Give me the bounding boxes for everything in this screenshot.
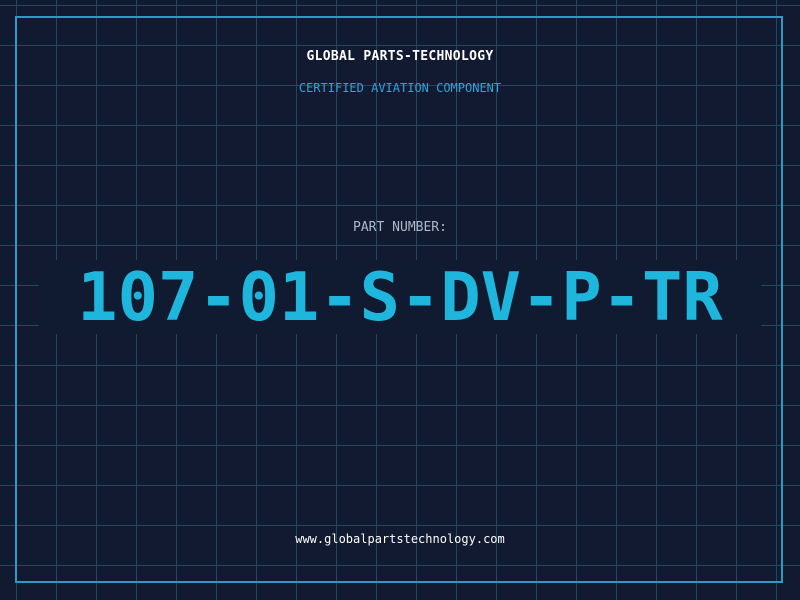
tagline: CERTIFIED AVIATION COMPONENT xyxy=(298,81,502,95)
part-number-value: 107-01-S-DV-P-TR xyxy=(77,260,723,334)
part-number-panel: 107-01-S-DV-P-TR xyxy=(39,260,761,334)
website-url: www.globalpartstechnology.com xyxy=(295,532,505,546)
company-name: GLOBAL PARTS-TECHNOLOGY xyxy=(306,49,494,64)
part-number-label: PART NUMBER: xyxy=(353,220,447,235)
